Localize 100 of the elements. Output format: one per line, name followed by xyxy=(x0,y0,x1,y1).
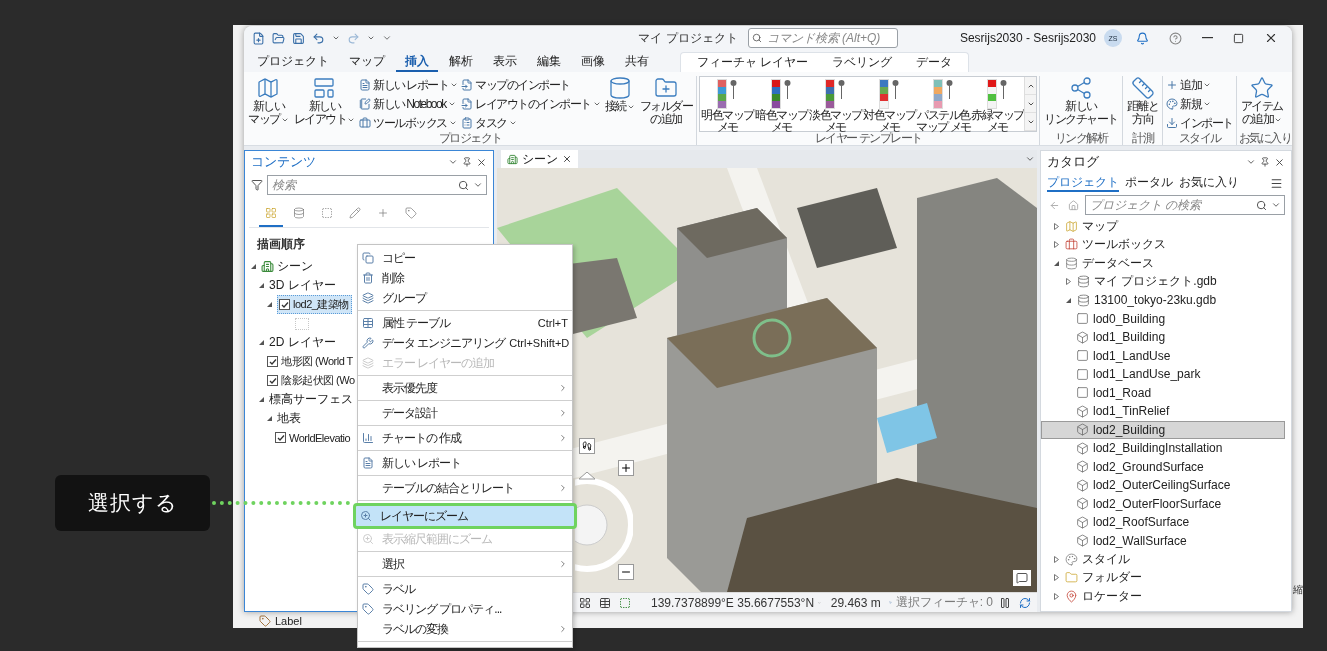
ribbon-tab[interactable]: 共有 xyxy=(616,52,658,72)
ribbon-button[interactable]: フォルダー の追加 xyxy=(637,76,695,126)
command-search-field[interactable]: コマンド検索 (Alt+Q) xyxy=(747,28,898,48)
table-button[interactable] xyxy=(597,596,613,609)
ribbon-tab[interactable]: 解析 xyxy=(440,52,482,72)
legend-button[interactable] xyxy=(1013,570,1031,586)
expand-toggle[interactable] xyxy=(1052,221,1061,231)
menu-item[interactable]: チャートの 作成 xyxy=(358,428,572,448)
ribbon-tab[interactable]: ラベリング xyxy=(820,53,905,72)
layer-item[interactable]: 陰影起伏図 (Wo xyxy=(265,371,358,390)
ribbon-button[interactable]: 追加 xyxy=(1165,76,1234,94)
expand-toggle[interactable] xyxy=(1052,591,1061,601)
menu-item[interactable]: データ エンジニアリング Ctrl+Shift+D xyxy=(358,333,572,353)
checkbox[interactable] xyxy=(275,432,286,443)
catalog-item[interactable]: lod2_Building xyxy=(1041,420,1285,439)
expand-toggle[interactable] xyxy=(1052,573,1061,583)
catalog-item[interactable]: lod1_LandUse xyxy=(1041,346,1285,365)
ribbon-button[interactable]: 新規 xyxy=(1165,95,1234,113)
ribbon-button[interactable]: 新しい マップ xyxy=(246,76,291,126)
template-item[interactable]: 暗色マップ メモ xyxy=(754,77,809,131)
new-file-button[interactable] xyxy=(252,31,265,45)
layer-item[interactable]: WorldElevatio xyxy=(273,429,354,446)
layer-item[interactable]: 地形図 (World T xyxy=(265,352,356,371)
expand-toggle[interactable] xyxy=(249,262,258,271)
menu-item[interactable]: コピー xyxy=(358,248,572,268)
checkbox[interactable] xyxy=(279,299,290,310)
catalog-item[interactable]: lod0_Building xyxy=(1041,309,1285,328)
refresh-button[interactable] xyxy=(1017,596,1033,609)
menu-item[interactable]: 表示優先度 xyxy=(358,378,572,398)
ribbon-button[interactable]: 接続 xyxy=(602,76,637,113)
walk-button[interactable] xyxy=(579,438,595,454)
expand-toggle[interactable] xyxy=(257,281,266,290)
ribbon-tab[interactable]: フィーチャ レイヤー xyxy=(685,53,821,72)
pin-button[interactable] xyxy=(460,157,474,167)
template-item[interactable]: 淡色マップ メモ xyxy=(808,77,863,131)
expand-toggle[interactable] xyxy=(257,338,266,347)
menu-item[interactable]: 選択 xyxy=(358,554,572,574)
catalog-item[interactable]: lod1_Road xyxy=(1041,383,1285,402)
catalog-item[interactable]: lod2_OuterFloorSurface xyxy=(1041,494,1285,513)
menu-item[interactable]: グループ xyxy=(358,288,572,308)
menu-item[interactable]: レイヤーにズーム xyxy=(353,503,577,529)
customize-button[interactable] xyxy=(382,33,392,43)
catalog-item[interactable]: lod2_RoofSurface xyxy=(1041,513,1285,532)
ribbon-tab[interactable]: プロジェクト xyxy=(248,52,338,72)
catalog-tab[interactable]: ポータル xyxy=(1125,174,1173,192)
open-button[interactable] xyxy=(272,31,285,45)
menu-item[interactable]: ラベルの変換 xyxy=(358,619,572,639)
undo-button[interactable] xyxy=(312,31,325,45)
menu-item[interactable]: ラベリング プロパティ... xyxy=(358,599,572,619)
ribbon-button[interactable]: ツールボックス xyxy=(358,114,460,132)
ribbon-button[interactable]: 距離と 方向 xyxy=(1124,76,1161,126)
ribbon-tab[interactable]: データ xyxy=(904,53,965,72)
menu-item[interactable]: 削除 xyxy=(358,268,572,288)
ribbon-button[interactable]: 新しい レイアウト xyxy=(291,76,357,126)
ribbon-tab[interactable]: 編集 xyxy=(528,52,570,72)
menu-item[interactable]: ラベル xyxy=(358,579,572,599)
catalog-item[interactable]: lod2_OuterCeilingSurface xyxy=(1041,476,1285,495)
ribbon-button[interactable]: マップのインポート xyxy=(460,76,602,94)
catalog-item[interactable]: lod1_LandUse_park xyxy=(1041,365,1285,384)
catalog-item[interactable]: lod1_TinRelief xyxy=(1041,402,1285,421)
catalog-item[interactable]: lod1_Building xyxy=(1041,328,1285,347)
expand-toggle[interactable] xyxy=(265,414,274,423)
catalog-item[interactable]: lod2_WallSurface xyxy=(1041,531,1285,550)
zoom-in-button[interactable] xyxy=(618,460,634,476)
search-field[interactable]: プロジェクト の検索 xyxy=(1085,195,1285,215)
search-field[interactable]: 検索 xyxy=(267,175,487,195)
catalog-tab[interactable]: プロジェクト xyxy=(1047,174,1119,192)
catalog-item[interactable]: lod2_GroundSurface xyxy=(1041,457,1285,476)
expand-toggle[interactable] xyxy=(265,300,274,309)
menu-item[interactable]: 属性 テーブル Ctrl+T xyxy=(358,313,572,333)
expand-toggle[interactable] xyxy=(1064,277,1073,287)
scene-tab[interactable]: シーン xyxy=(501,150,578,168)
ribbon-button[interactable]: タスク xyxy=(460,114,602,132)
checkbox[interactable] xyxy=(267,356,278,367)
catalog-tab[interactable]: お気に入り xyxy=(1179,174,1239,192)
ribbon-button[interactable]: インポート xyxy=(1165,114,1234,132)
ribbon-button[interactable]: 新しい Notebook xyxy=(358,95,460,113)
checkbox[interactable] xyxy=(267,375,278,386)
ribbon-button[interactable]: 新しい リンクチャート xyxy=(1042,76,1120,126)
pin-button[interactable] xyxy=(1258,157,1272,167)
ribbon-button[interactable]: レイアウトのインポート xyxy=(460,95,602,113)
save-button[interactable] xyxy=(292,31,305,45)
expand-toggle[interactable] xyxy=(1052,554,1061,564)
ribbon-tab[interactable]: 表示 xyxy=(484,52,526,72)
layer-item[interactable]: lod2_建築物 xyxy=(277,295,352,314)
template-item[interactable]: パステル色 マップ メモ xyxy=(916,77,971,131)
menu-item[interactable]: データ設計 xyxy=(358,403,572,423)
template-item[interactable]: 明色マップ メモ xyxy=(700,77,755,131)
template-item[interactable]: 対色マップ メモ xyxy=(862,77,917,131)
menu-item[interactable]: 新しい レポート xyxy=(358,453,572,473)
catalog-item[interactable]: lod2_BuildingInstallation xyxy=(1041,439,1285,458)
ribbon-button[interactable]: アイテム の追加 xyxy=(1238,76,1285,126)
ribbon-tab[interactable]: マップ xyxy=(340,52,394,72)
menu-item[interactable]: テーブルの結合とリレート xyxy=(358,478,572,498)
grid-button[interactable] xyxy=(577,596,593,609)
expand-toggle[interactable] xyxy=(1052,240,1061,250)
zoom-out-button[interactable] xyxy=(618,564,634,580)
ribbon-tab[interactable]: 画像 xyxy=(572,52,614,72)
ribbon-button[interactable]: 新しい レポート xyxy=(358,76,460,94)
template-item[interactable]: 赤緑マップ メモ xyxy=(970,77,1025,131)
